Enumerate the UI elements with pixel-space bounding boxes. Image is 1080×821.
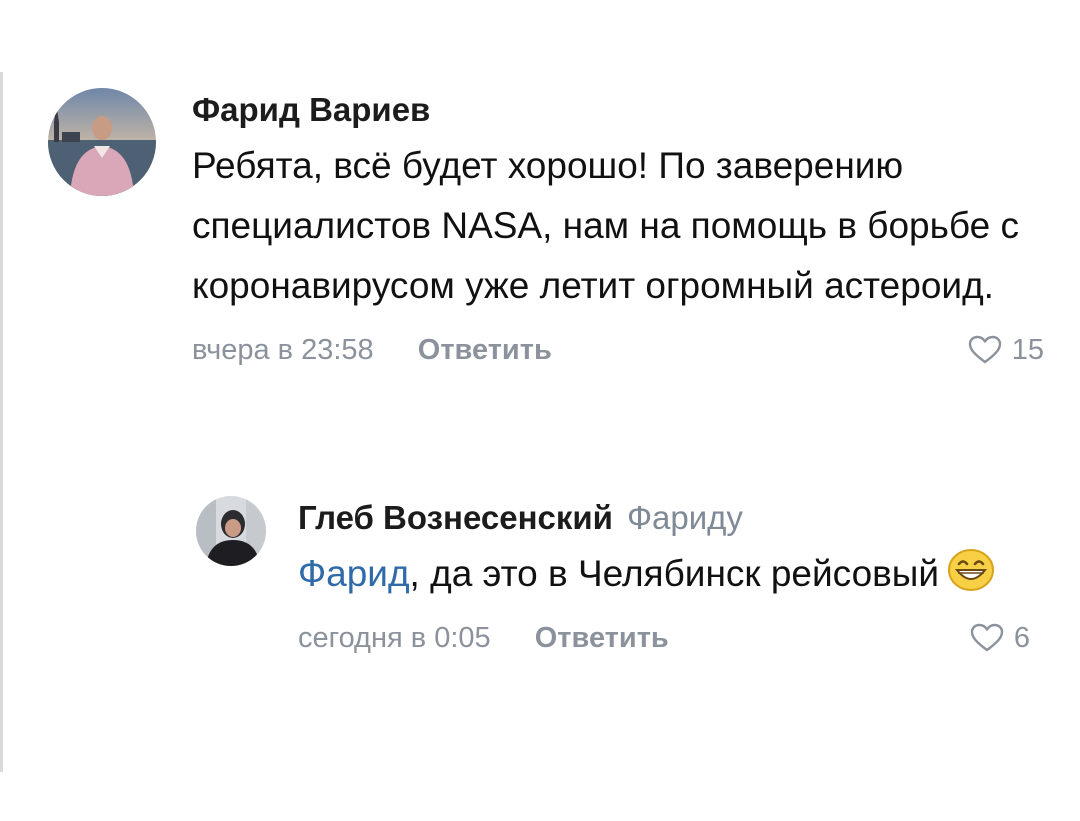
comment-timestamp[interactable]: вчера в 23:58 bbox=[192, 334, 374, 366]
comment-text: Фарид, да это в Челябинск рейсовый bbox=[298, 544, 1038, 604]
like-count: 6 bbox=[1013, 622, 1030, 654]
comment-text: Ребята, всё будет хорошо! По заверению с… bbox=[192, 145, 1020, 306]
avatar[interactable] bbox=[48, 88, 156, 196]
comment-author[interactable]: Глеб Вознесенский bbox=[298, 499, 613, 536]
comment-author[interactable]: Фарид Вариев bbox=[192, 88, 1052, 132]
like-button[interactable]: 6 bbox=[970, 618, 1030, 658]
left-divider bbox=[0, 72, 3, 772]
like-button[interactable]: 15 bbox=[968, 330, 1044, 370]
reply-to-link[interactable]: Фариду bbox=[627, 499, 743, 536]
user-photo-icon bbox=[196, 496, 266, 566]
avatar[interactable] bbox=[196, 496, 266, 566]
comment-timestamp[interactable]: сегодня в 0:05 bbox=[298, 622, 491, 654]
reply-button[interactable]: Ответить bbox=[535, 622, 669, 654]
mention-link[interactable]: Фарид bbox=[298, 553, 410, 594]
grinning-face-emoji bbox=[948, 549, 995, 591]
heart-icon bbox=[970, 623, 1004, 652]
comment-text-body: , да это в Челябинск рейсовый bbox=[409, 553, 940, 594]
like-count: 15 bbox=[1011, 334, 1044, 366]
reply-button[interactable]: Ответить bbox=[418, 334, 552, 366]
user-photo-icon bbox=[48, 88, 156, 196]
heart-icon bbox=[968, 335, 1001, 364]
